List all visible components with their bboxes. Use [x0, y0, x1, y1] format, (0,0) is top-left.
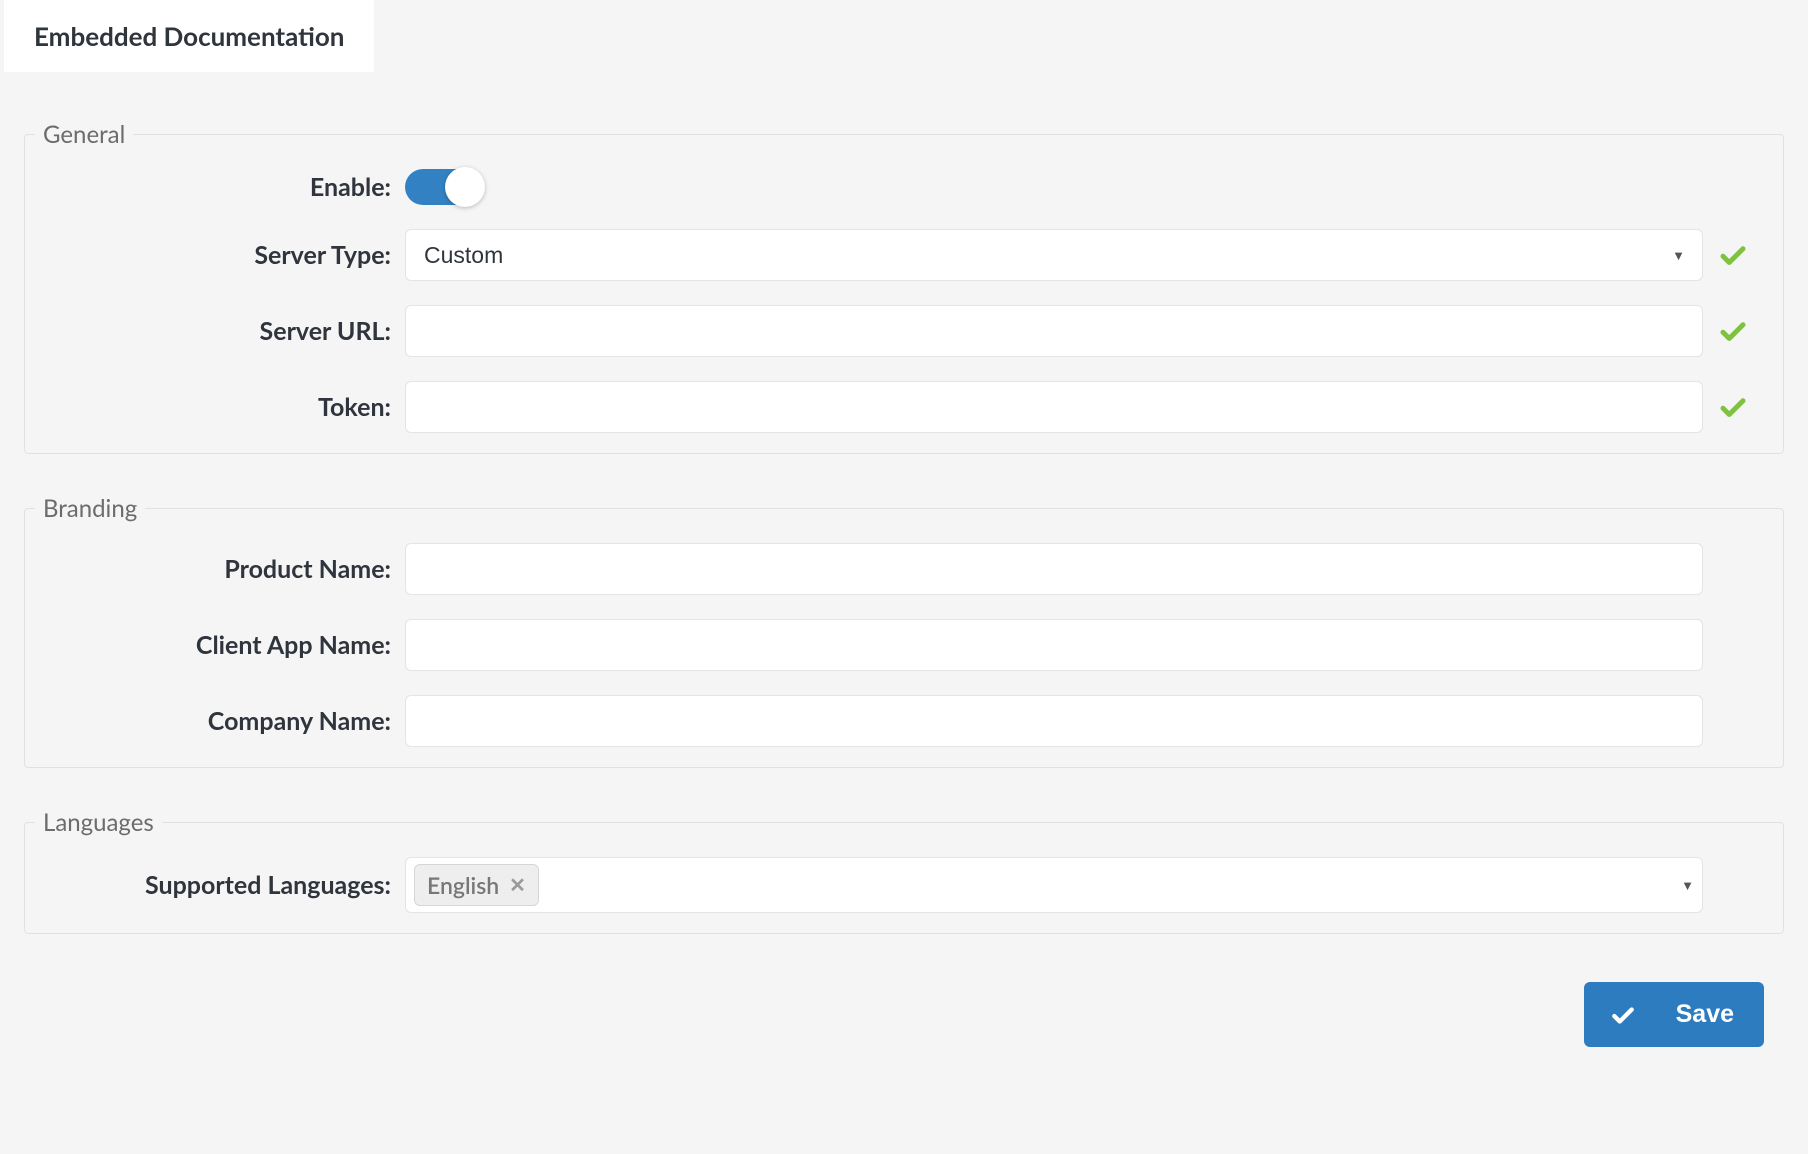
- row-enable: Enable:: [25, 157, 1783, 217]
- row-server-url: Server URL:: [25, 293, 1783, 369]
- fieldset-general: General Enable: Server Type: Custom: [24, 120, 1784, 454]
- label-product-name: Product Name:: [45, 554, 405, 584]
- label-company-name: Company Name:: [45, 706, 405, 736]
- check-icon: [1610, 1002, 1636, 1028]
- supported-languages-select[interactable]: English ✕ ▼: [405, 857, 1703, 913]
- row-server-type: Server Type: Custom ▼: [25, 217, 1783, 293]
- save-button[interactable]: Save: [1584, 982, 1764, 1047]
- label-token: Token:: [45, 392, 405, 422]
- check-icon: [1703, 316, 1763, 346]
- fieldset-languages: Languages Supported Languages: English ✕…: [24, 808, 1784, 934]
- language-chip-english[interactable]: English ✕: [414, 864, 539, 906]
- page-root: Embedded Documentation General Enable: S…: [0, 0, 1808, 1095]
- enable-toggle[interactable]: [405, 169, 481, 205]
- check-icon: [1703, 240, 1763, 270]
- label-client-app-name: Client App Name:: [45, 630, 405, 660]
- close-icon[interactable]: ✕: [509, 873, 526, 897]
- legend-branding: Branding: [35, 494, 145, 523]
- server-url-input[interactable]: [405, 305, 1703, 357]
- label-server-type: Server Type:: [45, 240, 405, 270]
- legend-general: General: [35, 120, 133, 149]
- row-company-name: Company Name:: [25, 683, 1783, 759]
- row-client-app-name: Client App Name:: [25, 607, 1783, 683]
- form-footer: Save: [24, 934, 1784, 1067]
- label-server-url: Server URL:: [45, 316, 405, 346]
- save-button-label: Save: [1676, 1000, 1734, 1029]
- row-token: Token:: [25, 369, 1783, 445]
- tab-embedded-documentation[interactable]: Embedded Documentation: [4, 0, 374, 72]
- row-product-name: Product Name:: [25, 531, 1783, 607]
- legend-languages: Languages: [35, 808, 162, 837]
- token-input[interactable]: [405, 381, 1703, 433]
- caret-down-icon: ▼: [1681, 877, 1694, 893]
- label-enable: Enable:: [45, 172, 405, 202]
- server-type-select[interactable]: Custom: [405, 229, 1703, 281]
- tab-bar: Embedded Documentation: [4, 0, 1804, 72]
- form-content: General Enable: Server Type: Custom: [4, 72, 1804, 1095]
- toggle-knob: [445, 167, 485, 207]
- fieldset-branding: Branding Product Name: Client App Name: …: [24, 494, 1784, 768]
- client-app-name-input[interactable]: [405, 619, 1703, 671]
- company-name-input[interactable]: [405, 695, 1703, 747]
- check-icon: [1703, 392, 1763, 422]
- label-supported-languages: Supported Languages:: [45, 870, 405, 900]
- chip-label: English: [427, 871, 499, 899]
- product-name-input[interactable]: [405, 543, 1703, 595]
- row-supported-languages: Supported Languages: English ✕ ▼: [25, 845, 1783, 925]
